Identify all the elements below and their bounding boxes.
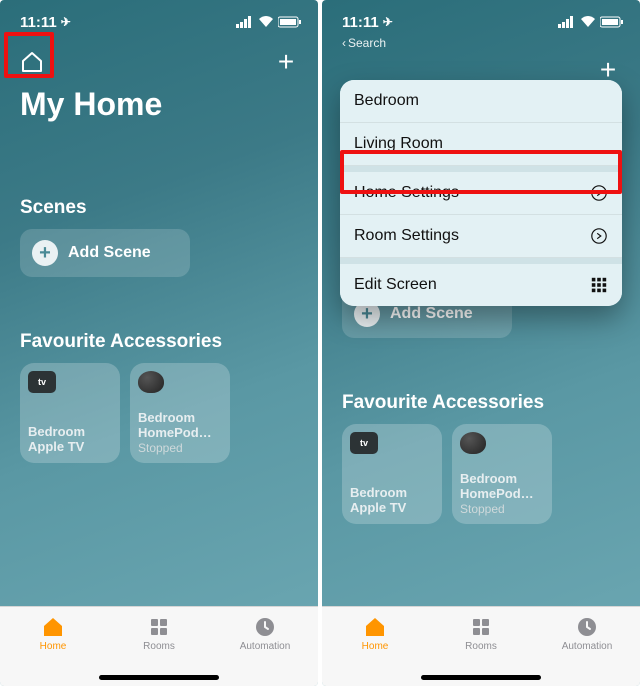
- tile-status: Stopped: [138, 441, 222, 455]
- home-indicator: [421, 675, 541, 680]
- settings-disclosure-icon: [590, 227, 608, 245]
- status-icons: [236, 16, 302, 28]
- phone-left: 11:11 ✈︎ + My Home Scenes + Add Scene Fa…: [0, 0, 318, 686]
- menu-label: Living Room: [354, 135, 443, 153]
- apple-tv-icon: tv: [28, 371, 56, 393]
- menu-item-bedroom[interactable]: Bedroom: [340, 80, 622, 123]
- tile-label: Bedroom: [138, 411, 222, 426]
- add-scene-button[interactable]: + Add Scene: [20, 229, 190, 277]
- tab-home[interactable]: Home: [322, 607, 428, 686]
- tab-label: Automation: [562, 641, 613, 652]
- tab-label: Home: [362, 641, 389, 652]
- accessory-tile-apple-tv[interactable]: tv Bedroom Apple TV: [20, 363, 120, 463]
- accessory-tile-homepod[interactable]: Bedroom HomePod… Stopped: [130, 363, 230, 463]
- phone-right: 11:11 ✈︎ ‹ Search + Bedroom Living Room …: [322, 0, 640, 686]
- menu-item-living-room[interactable]: Living Room: [340, 123, 622, 166]
- favourite-accessories-heading: Favourite Accessories: [322, 338, 640, 424]
- location-icon: ✈︎: [383, 15, 393, 29]
- menu-label: Home Settings: [354, 184, 459, 202]
- home-menu-button[interactable]: [18, 48, 46, 76]
- homepod-icon: [138, 371, 164, 393]
- add-scene-label: Add Scene: [68, 244, 151, 262]
- tab-label: Rooms: [143, 641, 175, 652]
- menu-item-room-settings[interactable]: Room Settings: [340, 215, 622, 258]
- tab-home[interactable]: Home: [0, 607, 106, 686]
- chevron-left-icon: ‹: [342, 36, 346, 50]
- grid-icon: [590, 276, 608, 294]
- back-search[interactable]: ‹ Search: [322, 36, 640, 50]
- status-time: 11:11: [342, 14, 379, 31]
- menu-item-edit-screen[interactable]: Edit Screen: [340, 258, 622, 306]
- tile-label: HomePod…: [138, 426, 222, 441]
- tile-label: Apple TV: [350, 501, 434, 516]
- tab-automation[interactable]: Automation: [534, 607, 640, 686]
- tile-status: Stopped: [460, 502, 544, 516]
- menu-label: Bedroom: [354, 92, 419, 110]
- back-search-label: Search: [348, 36, 386, 50]
- tab-automation[interactable]: Automation: [212, 607, 318, 686]
- scenes-heading: Scenes: [0, 143, 318, 229]
- accessory-row: tv Bedroom Apple TV Bedroom HomePod… Sto…: [0, 363, 318, 463]
- accessory-row: tv Bedroom Apple TV Bedroom HomePod… Sto…: [322, 424, 640, 524]
- location-icon: ✈︎: [61, 15, 71, 29]
- add-scene-label: Add Scene: [390, 305, 473, 323]
- page-title: My Home: [0, 84, 318, 143]
- status-time: 11:11: [20, 14, 57, 31]
- tile-label: Bedroom: [460, 472, 544, 487]
- tile-label: Bedroom: [28, 425, 112, 440]
- add-button[interactable]: +: [272, 46, 300, 78]
- accessory-tile-homepod[interactable]: Bedroom HomePod… Stopped: [452, 424, 552, 524]
- menu-label: Room Settings: [354, 227, 459, 245]
- tile-label: Apple TV: [28, 440, 112, 455]
- tile-label: Bedroom: [350, 486, 434, 501]
- home-indicator: [99, 675, 219, 680]
- top-bar: +: [0, 36, 318, 84]
- apple-tv-icon: tv: [350, 432, 378, 454]
- plus-icon: +: [32, 240, 58, 266]
- tab-label: Rooms: [465, 641, 497, 652]
- accessory-tile-apple-tv[interactable]: tv Bedroom Apple TV: [342, 424, 442, 524]
- tab-label: Home: [40, 641, 67, 652]
- menu-label: Edit Screen: [354, 276, 437, 294]
- settings-disclosure-icon: [590, 184, 608, 202]
- status-bar: 11:11 ✈︎: [322, 0, 640, 36]
- tab-bar: Home Rooms Automation: [0, 606, 318, 686]
- context-menu: Bedroom Living Room Home Settings Room S…: [340, 80, 622, 306]
- menu-item-home-settings[interactable]: Home Settings: [340, 166, 622, 215]
- status-icons: [558, 16, 624, 28]
- homepod-icon: [460, 432, 486, 454]
- tab-label: Automation: [240, 641, 291, 652]
- tile-label: HomePod…: [460, 487, 544, 502]
- status-bar: 11:11 ✈︎: [0, 0, 318, 36]
- tab-bar: Home Rooms Automation: [322, 606, 640, 686]
- favourite-accessories-heading: Favourite Accessories: [0, 277, 318, 363]
